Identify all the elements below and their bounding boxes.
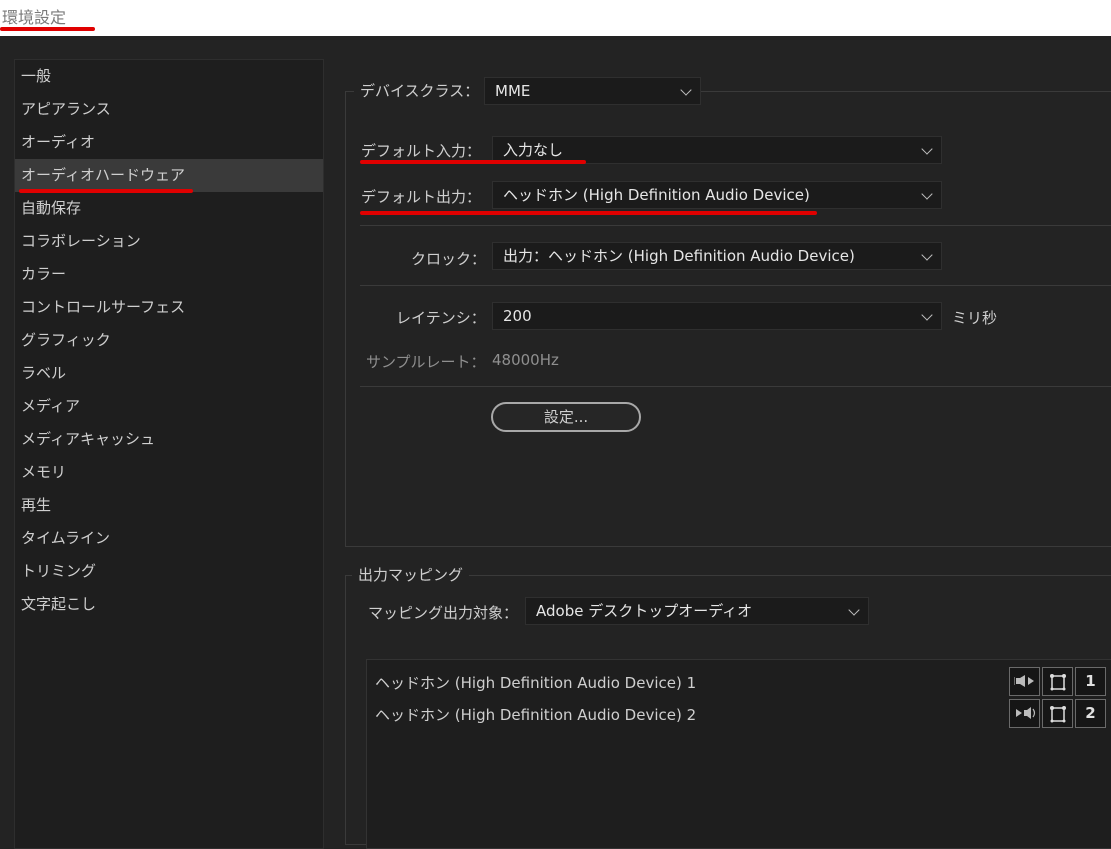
divider [360,386,1111,387]
chevron-down-icon [921,188,933,200]
sidebar-item-media-cache[interactable]: メディアキャッシュ [15,423,323,456]
mapping-target-value: Adobe デスクトップオーディオ [536,602,753,620]
sidebar-item-label: 再生 [21,496,52,514]
divider [360,225,1111,226]
sidebar-item-autosave[interactable]: 自動保存 [15,192,323,225]
channel-number-button[interactable]: 2 [1075,699,1106,728]
samplerate-value: 48000Hz [492,351,559,369]
default-output-dropdown[interactable]: ヘッドホン (High Definition Audio Device) [492,181,942,209]
default-input-value: 入力なし [503,141,564,159]
sidebar-item-label: グラフィック [21,331,111,349]
chevron-down-icon [848,604,860,616]
channel-number: 2 [1085,704,1096,722]
latency-value: 200 [503,307,532,325]
channel-map-icon[interactable] [1042,699,1073,728]
channel-number: 1 [1085,672,1096,690]
channel-map-icon[interactable] [1042,667,1073,696]
sidebar-item-transcription[interactable]: 文字起こし [15,588,323,621]
sidebar-item-memory[interactable]: メモリ [15,456,323,489]
sidebar-item-timeline[interactable]: タイムライン [15,522,323,555]
mapping-row-label: ヘッドホン (High Definition Audio Device) 2 [375,706,697,724]
preferences-sidebar: 一般 アピアランス オーディオ オーディオハードウェア 自動保存 コラボレーショ… [14,59,324,849]
sidebar-item-label: メモリ [21,463,67,481]
sidebar-item-label: ラベル [21,364,67,382]
sidebar-item-label: カラー [21,265,67,283]
sidebar-item-label: 自動保存 [21,199,82,217]
latency-dropdown[interactable]: 200 [492,302,942,330]
chevron-down-icon [680,84,692,96]
chevron-down-icon [921,249,933,261]
default-output-value: ヘッドホン (High Definition Audio Device) [503,186,810,204]
latency-unit: ミリ秒 [952,309,998,327]
clock-label: クロック： [411,250,487,268]
sidebar-item-label: メディアキャッシュ [21,430,155,448]
sidebar-item-labels[interactable]: ラベル [15,357,323,390]
clock-dropdown[interactable]: 出力：ヘッドホン (High Definition Audio Device) [492,242,942,270]
sidebar-item-trimming[interactable]: トリミング [15,555,323,588]
sidebar-item-label: コントロールサーフェス [21,298,186,316]
sidebar-item-label: メディア [21,397,80,415]
sidebar-item-control-surface[interactable]: コントロールサーフェス [15,291,323,324]
divider [360,285,1111,286]
samplerate-label: サンプルレート： [366,353,486,371]
annotation-underline [360,211,817,215]
mapping-target-label: マッピング出力対象： [368,604,519,622]
sidebar-item-audio[interactable]: オーディオ [15,126,323,159]
sidebar-item-label: オーディオ [21,133,95,151]
chevron-down-icon [921,309,933,321]
output-mapping-list: ヘッドホン (High Definition Audio Device) 1 ヘ… [366,659,1111,849]
channel-number-button[interactable]: 1 [1075,667,1106,696]
annotation-underline [360,160,586,164]
sidebar-item-label: タイムライン [21,529,110,547]
output-mapping-title: 出力マッピング [352,565,470,585]
device-class-dropdown[interactable]: MME [484,77,701,105]
sidebar-item-playback[interactable]: 再生 [15,489,323,522]
sidebar-item-audio-hardware[interactable]: オーディオハードウェア [15,159,323,193]
sidebar-item-media[interactable]: メディア [15,390,323,423]
latency-label: レイテンシ： [396,309,486,327]
chevron-down-icon [921,143,933,155]
speaker-left-icon[interactable] [1009,667,1040,696]
window-title: 環境設定 [2,8,67,27]
sidebar-item-general[interactable]: 一般 [15,60,323,93]
settings-button[interactable]: 設定... [491,402,641,432]
sidebar-item-collaboration[interactable]: コラボレーション [15,225,323,258]
sidebar-item-graphics[interactable]: グラフィック [15,324,323,357]
annotation-underline [0,27,95,31]
mapping-row-label: ヘッドホン (High Definition Audio Device) 1 [375,674,697,692]
sidebar-item-label: オーディオハードウェア [21,166,185,184]
settings-button-label: 設定... [543,408,589,426]
sidebar-item-label: 一般 [21,67,52,85]
default-input-label: デフォルト入力： [361,142,482,160]
sidebar-item-color[interactable]: カラー [15,258,323,291]
clock-value: 出力：ヘッドホン (High Definition Audio Device) [503,247,855,265]
device-class-label: デバイスクラス： [360,82,480,100]
sidebar-item-label: コラボレーション [21,232,141,250]
device-class-value: MME [495,82,531,100]
sidebar-item-label: アピアランス [21,100,111,118]
mapping-target-dropdown[interactable]: Adobe デスクトップオーディオ [525,597,869,625]
device-class-header: デバイスクラス： [354,81,486,109]
speaker-right-icon[interactable] [1009,699,1040,728]
sidebar-item-label: 文字起こし [21,595,97,613]
sidebar-item-appearance[interactable]: アピアランス [15,93,323,126]
sidebar-item-label: トリミング [21,562,97,580]
default-output-label: デフォルト出力： [361,188,482,206]
title-bar: 環境設定 [0,0,1111,36]
